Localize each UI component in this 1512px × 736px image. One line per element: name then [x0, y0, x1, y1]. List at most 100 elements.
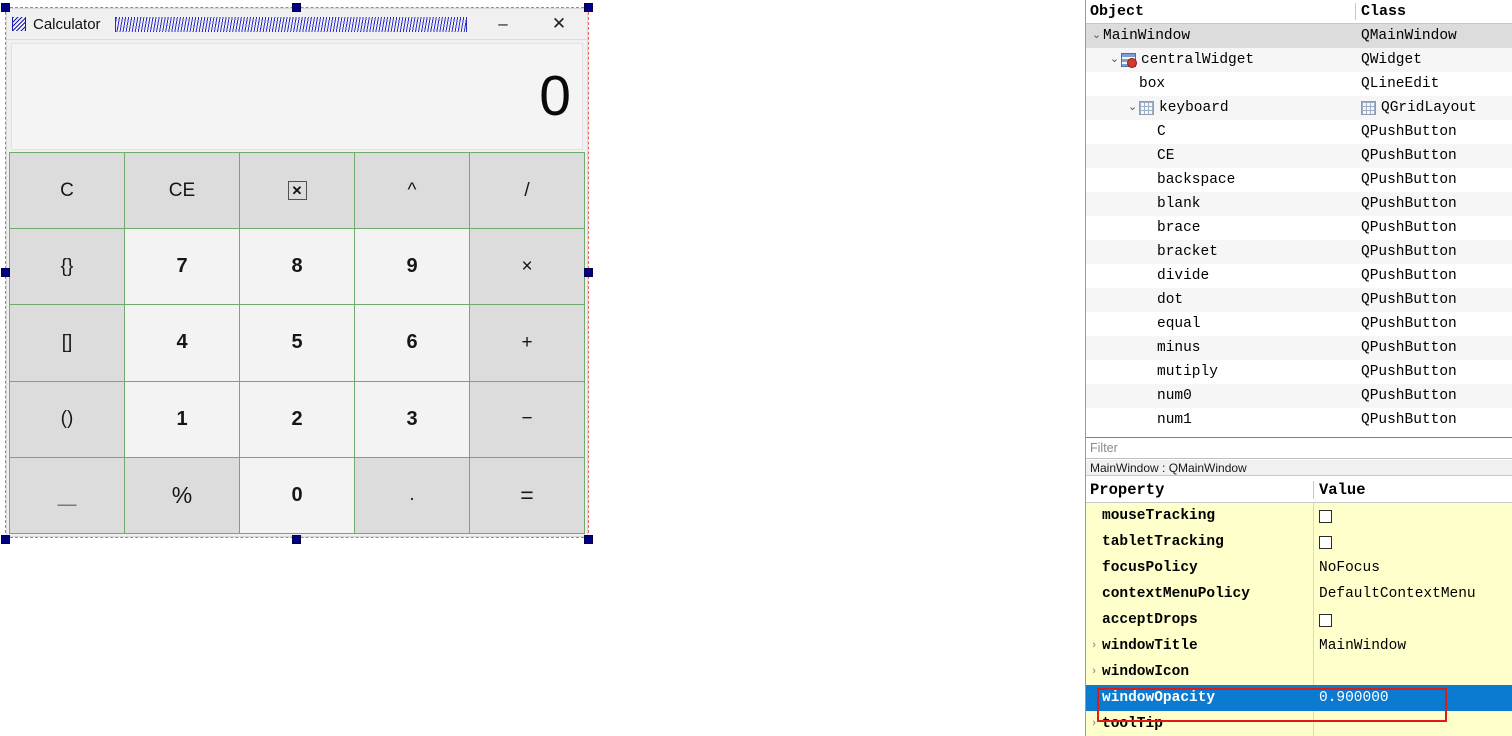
- tree-row-blank[interactable]: blank QPushButton: [1086, 192, 1512, 216]
- resize-handle-left[interactable]: [1, 268, 10, 277]
- close-button[interactable]: ✕: [531, 9, 587, 40]
- column-header-class[interactable]: Class: [1356, 3, 1512, 20]
- property-editor[interactable]: Property Value mouseTracking tabletTracki…: [1086, 477, 1512, 736]
- key-bracket[interactable]: []: [10, 305, 124, 381]
- tree-row-backspace[interactable]: backspace QPushButton: [1086, 168, 1512, 192]
- tree-cell-class: QPushButton: [1356, 288, 1512, 312]
- tree-cell-object: mutiply: [1086, 360, 1356, 384]
- property-row-windowicon[interactable]: › windowIcon: [1086, 659, 1512, 685]
- property-value-cell[interactable]: 0.900000: [1314, 685, 1512, 711]
- chevron-down-icon[interactable]: ⌄: [1090, 30, 1103, 42]
- property-value-cell[interactable]: MainWindow: [1314, 633, 1512, 659]
- tree-row-c[interactable]: C QPushButton: [1086, 120, 1512, 144]
- key-label: 3: [406, 407, 418, 430]
- tree-row-num0[interactable]: num0 QPushButton: [1086, 384, 1512, 408]
- resize-handle-top-right[interactable]: [584, 3, 593, 12]
- key-dot[interactable]: .: [355, 457, 469, 533]
- checkbox-unchecked-icon[interactable]: [1319, 613, 1332, 627]
- tree-cell-class: QWidget: [1356, 48, 1512, 72]
- property-name: windowOpacity: [1102, 690, 1216, 706]
- checkbox-unchecked-icon[interactable]: [1319, 535, 1332, 549]
- titlebar-drag-area[interactable]: [114, 16, 467, 32]
- key-blank[interactable]: ＿: [10, 457, 124, 533]
- key-percent[interactable]: %: [125, 457, 239, 533]
- property-name: windowTitle: [1102, 638, 1198, 654]
- tree-row-brace[interactable]: brace QPushButton: [1086, 216, 1512, 240]
- tree-row-minus[interactable]: minus QPushButton: [1086, 336, 1512, 360]
- chevron-right-icon[interactable]: ›: [1086, 718, 1102, 730]
- resize-handle-bottom[interactable]: [292, 535, 301, 544]
- property-row-contextmenupolicy[interactable]: contextMenuPolicy DefaultContextMenu: [1086, 581, 1512, 607]
- calculator-display[interactable]: 0: [11, 43, 583, 150]
- property-value-cell[interactable]: [1314, 503, 1512, 529]
- tree-row-mainwindow[interactable]: ⌄ MainWindow QMainWindow: [1086, 24, 1512, 48]
- resize-handle-top[interactable]: [292, 3, 301, 12]
- calculator-form-preview[interactable]: Calculator – ✕ 0 C CE ✕ ^ / {} 7 8 9 × [] 4 5 6 + () 1 2 3…: [6, 8, 588, 537]
- column-header-value[interactable]: Value: [1314, 481, 1512, 499]
- key-num2[interactable]: 2: [240, 381, 354, 457]
- resize-handle-top-left[interactable]: [1, 3, 10, 12]
- property-row-windowtitle[interactable]: › windowTitle MainWindow: [1086, 633, 1512, 659]
- property-value-cell[interactable]: DefaultContextMenu: [1314, 581, 1512, 607]
- key-num1[interactable]: 1: [125, 381, 239, 457]
- key-paren[interactable]: (): [10, 381, 124, 457]
- key-num7[interactable]: 7: [125, 229, 239, 305]
- checkbox-unchecked-icon[interactable]: [1319, 509, 1332, 523]
- key-num4[interactable]: 4: [125, 305, 239, 381]
- chevron-right-icon[interactable]: ›: [1086, 640, 1102, 652]
- property-value-cell[interactable]: NoFocus: [1314, 555, 1512, 581]
- key-num3[interactable]: 3: [355, 381, 469, 457]
- form-canvas[interactable]: Calculator – ✕ 0 C CE ✕ ^ / {} 7 8 9 × [] 4 5 6 + () 1 2 3…: [0, 0, 1085, 736]
- object-inspector[interactable]: Object Class ⌄ MainWindow QMainWindow ⌄ cent…: [1086, 0, 1512, 437]
- property-value-cell[interactable]: [1314, 711, 1512, 736]
- tree-row-ce[interactable]: CE QPushButton: [1086, 144, 1512, 168]
- property-row-tooltip[interactable]: › toolTip: [1086, 711, 1512, 736]
- tree-row-divide[interactable]: divide QPushButton: [1086, 264, 1512, 288]
- chevron-down-icon[interactable]: ⌄: [1126, 102, 1139, 114]
- filter-input[interactable]: [1090, 441, 1512, 455]
- key-num6[interactable]: 6: [355, 305, 469, 381]
- column-header-property[interactable]: Property: [1086, 480, 1314, 499]
- key-power[interactable]: ^: [355, 153, 469, 229]
- resize-handle-bottom-left[interactable]: [1, 535, 10, 544]
- tree-row-num1[interactable]: num1 QPushButton: [1086, 408, 1512, 432]
- key-num0[interactable]: 0: [240, 457, 354, 533]
- key-clear-entry[interactable]: CE: [125, 153, 239, 229]
- key-equal[interactable]: =: [470, 457, 584, 533]
- property-value-cell[interactable]: [1314, 607, 1512, 633]
- tree-row-keyboard[interactable]: ⌄ keyboard QGridLayout: [1086, 96, 1512, 120]
- property-row-mousetracking[interactable]: mouseTracking: [1086, 503, 1512, 529]
- key-divide[interactable]: /: [470, 153, 584, 229]
- property-filter-bar[interactable]: [1086, 437, 1512, 459]
- resize-handle-bottom-right[interactable]: [584, 535, 593, 544]
- tree-cell-object: dot: [1086, 288, 1356, 312]
- key-plus[interactable]: +: [470, 305, 584, 381]
- key-clear[interactable]: C: [10, 153, 124, 229]
- tree-row-centralwidget[interactable]: ⌄ centralWidget QWidget: [1086, 48, 1512, 72]
- chevron-down-icon[interactable]: ⌄: [1108, 54, 1121, 66]
- property-row-tablettracking[interactable]: tabletTracking: [1086, 529, 1512, 555]
- property-value-cell[interactable]: [1314, 659, 1512, 685]
- key-minus[interactable]: −: [470, 381, 584, 457]
- key-num8[interactable]: 8: [240, 229, 354, 305]
- tree-row-equal[interactable]: equal QPushButton: [1086, 312, 1512, 336]
- property-row-focuspolicy[interactable]: focusPolicy NoFocus: [1086, 555, 1512, 581]
- chevron-right-icon[interactable]: ›: [1086, 666, 1102, 678]
- key-multiply[interactable]: ×: [470, 229, 584, 305]
- key-backspace[interactable]: ✕: [240, 153, 354, 229]
- key-num9[interactable]: 9: [355, 229, 469, 305]
- key-brace[interactable]: {}: [10, 229, 124, 305]
- tree-row-dot[interactable]: dot QPushButton: [1086, 288, 1512, 312]
- tree-row-box[interactable]: box QLineEdit: [1086, 72, 1512, 96]
- resize-handle-right[interactable]: [584, 268, 593, 277]
- tree-row-mutiply[interactable]: mutiply QPushButton: [1086, 360, 1512, 384]
- key-label: 9: [406, 255, 418, 278]
- tree-row-bracket[interactable]: bracket QPushButton: [1086, 240, 1512, 264]
- tree-cell-class: QPushButton: [1356, 408, 1512, 432]
- column-header-object[interactable]: Object: [1086, 3, 1356, 20]
- property-row-windowopacity[interactable]: windowOpacity 0.900000: [1086, 685, 1512, 711]
- key-num5[interactable]: 5: [240, 305, 354, 381]
- property-value-cell[interactable]: [1314, 529, 1512, 555]
- property-row-acceptdrops[interactable]: acceptDrops: [1086, 607, 1512, 633]
- minimize-button[interactable]: –: [475, 9, 531, 40]
